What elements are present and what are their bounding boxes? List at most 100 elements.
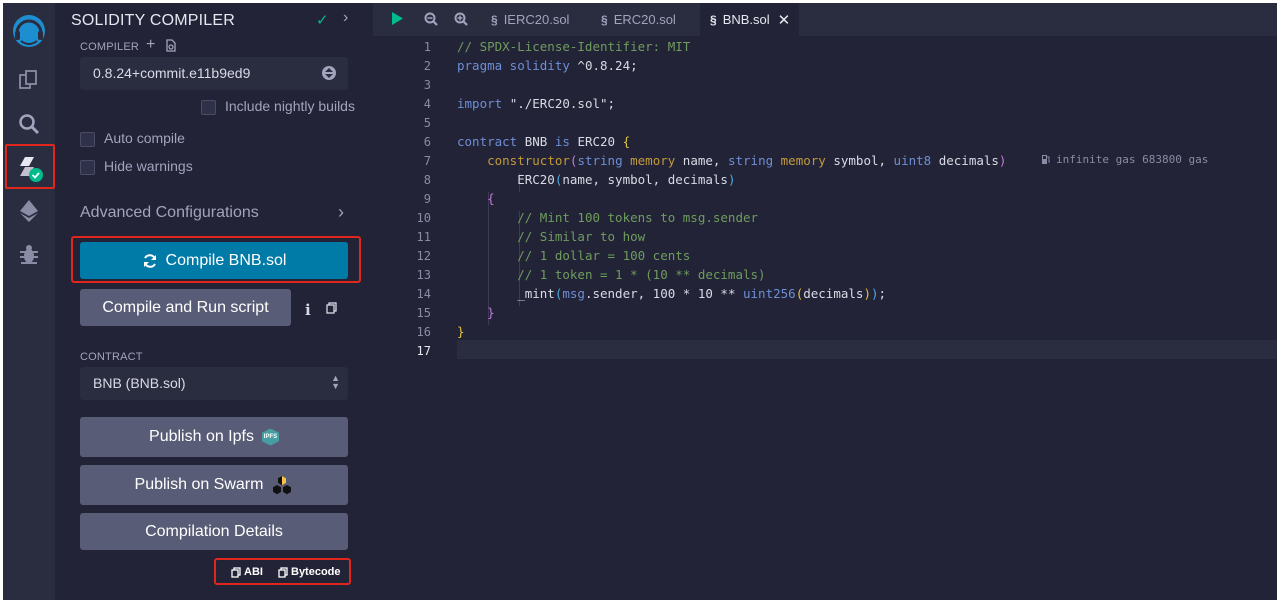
debugger-icon[interactable] [3,234,55,274]
line-number: 6 [423,135,431,149]
tab-label: BNB.sol [722,12,770,27]
compilation-details-button[interactable]: Compilation Details [80,513,348,550]
solidity-file-icon: § [491,12,498,27]
code-line-13: // 1 token = 1 * (10 ** decimals) [517,267,766,282]
solidity-file-icon: § [710,12,717,27]
contract-label: CONTRACT [80,351,143,363]
line-number: 16 [416,325,431,339]
advanced-configurations-toggle[interactable]: Advanced Configurations [80,204,259,222]
copy-icon [278,566,288,578]
contract-select[interactable]: BNB (BNB.sol) ▲ ▼ [80,367,348,400]
hide-warnings-label: Hide warnings [104,158,193,174]
line-number: 2 [423,59,431,73]
tab-ierc20[interactable]: § IERC20.sol [479,3,587,36]
info-icon[interactable]: i [305,301,311,319]
side-panel: SOLIDITY COMPILER ✓ › COMPILER + 0.8.24+… [55,3,373,600]
run-play-icon[interactable] [391,11,404,26]
editor-tab-bar: § IERC20.sol § ERC20.sol § BNB.sol ✕ [373,3,1277,36]
code-line-10: // Mint 100 tokens to msg.sender [517,210,759,225]
code-line-8: ERC20(name, symbol, decimals) [457,172,736,187]
load-file-icon[interactable] [165,39,177,52]
line-number: 13 [416,268,431,282]
line-number: 14 [416,287,431,301]
line-number: 11 [416,230,431,244]
copy-bytecode-button[interactable]: Bytecode [278,566,341,578]
current-line-highlight [457,340,1277,359]
search-icon[interactable] [3,104,55,144]
tab-bnb[interactable]: § BNB.sol ✕ [700,3,799,36]
copy-icon[interactable] [326,302,337,314]
compile-button[interactable]: Compile BNB.sol [80,242,348,279]
publish-ipfs-label: Publish on Ipfs [149,428,254,445]
code-line-7: constructor(string memory name, string m… [487,153,1007,168]
include-nightly-label: Include nightly builds [225,98,355,114]
chevron-right-icon[interactable]: › [343,9,348,27]
compilation-details-label: Compilation Details [145,522,283,540]
auto-compile-label: Auto compile [104,130,185,146]
compiler-highlight-box [5,144,55,189]
line-number: 5 [423,116,431,130]
select-arrows-icon: ▲ ▼ [331,373,340,391]
line-number: 3 [423,78,431,92]
file-explorer-icon[interactable] [3,60,55,100]
code-line-9: { [487,191,495,206]
icon-bar [3,3,55,600]
line-number: 10 [416,211,431,225]
select-toggle-icon [322,66,336,80]
compiler-version-select[interactable]: 0.8.24+commit.e11b9ed9 [80,57,348,90]
code-line-2: pragma solidity ^0.8.24; [457,58,638,73]
check-icon: ✓ [316,12,329,29]
line-number: 12 [416,249,431,263]
hide-warnings-checkbox[interactable] [80,160,95,175]
zoom-in-icon[interactable] [454,12,468,26]
tab-erc20[interactable]: § ERC20.sol [587,3,700,36]
code-editor: § IERC20.sol § ERC20.sol § BNB.sol ✕ 1 2… [373,3,1277,600]
compiler-label: COMPILER [80,41,140,53]
gas-estimate-text: infinite gas 683800 gas [1056,153,1209,166]
code-line-11: // Similar to how [517,229,646,244]
compile-and-run-label: Compile and Run script [102,298,269,316]
line-number: 7 [423,154,431,168]
line-number: 4 [423,97,431,111]
compile-button-label: Compile BNB.sol [165,251,287,269]
ipfs-logo-icon: IPFS [261,428,279,446]
close-tab-icon[interactable]: ✕ [778,11,791,29]
code-line-16: } [457,324,465,339]
code-line-4: import "./ERC20.sol"; [457,96,616,111]
solidity-file-icon: § [601,12,608,27]
zoom-out-icon[interactable] [424,12,438,26]
tab-label: ERC20.sol [613,12,676,27]
remix-logo-icon[interactable] [3,9,55,53]
tab-label: IERC20.sol [503,12,570,27]
abi-label: ABI [244,566,263,578]
publish-swarm-button[interactable]: Publish on Swarm [80,465,348,505]
contract-value: BNB (BNB.sol) [93,375,186,391]
gas-estimate: infinite gas 683800 gas [1041,153,1208,166]
code-line-15: } [487,305,495,320]
copy-icon [231,566,241,578]
code-line-14: _mint(msg.sender, 100 * 10 ** uint256(de… [457,286,887,301]
compile-and-run-button[interactable]: Compile and Run script [80,289,291,326]
line-number-gutter: 1 2 3 4 5 6 7 8 9 10 11 12 13 14 15 16 1… [373,36,457,600]
add-compiler-icon[interactable]: + [146,36,155,54]
line-number: 1 [423,40,431,54]
copy-abi-button[interactable]: ABI [231,566,263,578]
code-line-12: // 1 dollar = 100 cents [517,248,691,263]
line-number: 17 [416,344,431,358]
compiler-version-value: 0.8.24+commit.e11b9ed9 [93,65,251,81]
publish-ipfs-button[interactable]: Publish on Ipfs IPFS [80,417,348,457]
gas-pump-icon [1042,155,1050,164]
code-line-6: contract BNB is ERC20 { [457,134,631,149]
auto-compile-checkbox[interactable] [80,132,95,147]
chevron-right-icon[interactable]: › [338,202,344,223]
line-number: 8 [423,173,431,187]
include-nightly-checkbox[interactable] [201,100,216,115]
refresh-icon [143,253,156,268]
line-number: 15 [416,306,431,320]
panel-title: SOLIDITY COMPILER [71,12,236,29]
bytecode-label: Bytecode [291,566,341,578]
publish-swarm-label: Publish on Swarm [134,476,264,493]
line-number: 9 [423,192,431,206]
swarm-logo-icon [273,476,292,495]
deploy-run-icon[interactable] [3,191,55,231]
